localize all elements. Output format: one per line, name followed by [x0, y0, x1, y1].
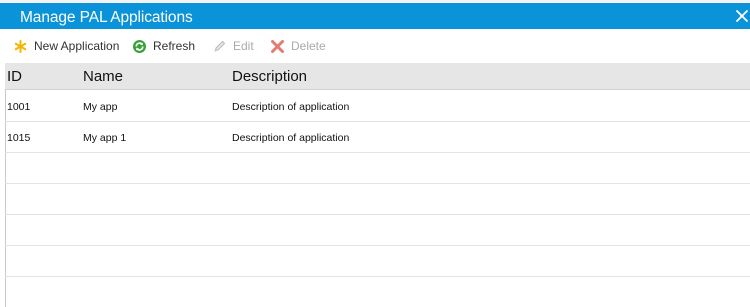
edit-button[interactable]: Edit: [212, 30, 254, 62]
toolbar: New Application Refresh Edit Delete: [0, 30, 750, 62]
new-application-label: New Application: [34, 39, 120, 53]
manage-pal-applications-dialog: Manage PAL Applications New Application: [0, 0, 750, 307]
cell-description: Description of application: [232, 132, 350, 144]
delete-button[interactable]: Delete: [270, 30, 326, 62]
cell-description: Description of application: [232, 101, 350, 113]
grid-header: ID Name Description: [5, 63, 750, 90]
dialog-title: Manage PAL Applications: [20, 9, 193, 26]
column-header-description[interactable]: Description: [232, 68, 307, 85]
cell-id: 1001: [7, 101, 31, 113]
empty-row: [5, 215, 750, 246]
new-application-button[interactable]: New Application: [13, 30, 119, 62]
titlebar-top-strip: [0, 0, 750, 3]
delete-x-icon: [270, 39, 285, 54]
cell-name: My app: [83, 101, 118, 113]
table-row[interactable]: 1015 My app 1 Description of application: [5, 122, 750, 153]
empty-row: [5, 184, 750, 215]
close-icon[interactable]: [734, 8, 750, 24]
edit-label: Edit: [233, 39, 254, 53]
table-row[interactable]: 1001 My app Description of application: [5, 91, 750, 122]
refresh-button[interactable]: Refresh: [132, 30, 195, 62]
empty-row: [5, 277, 750, 307]
cell-id: 1015: [7, 132, 31, 144]
column-header-id[interactable]: ID: [7, 68, 22, 85]
refresh-label: Refresh: [153, 39, 196, 53]
cell-name: My app 1: [83, 132, 127, 144]
delete-label: Delete: [291, 39, 326, 53]
dialog-titlebar: Manage PAL Applications: [0, 0, 750, 29]
applications-grid: ID Name Description 1001 My app Descript…: [5, 63, 750, 307]
column-header-name[interactable]: Name: [83, 68, 123, 85]
pencil-icon: [212, 39, 227, 54]
empty-row: [5, 246, 750, 277]
refresh-icon: [132, 39, 147, 54]
asterisk-icon: [13, 39, 28, 54]
empty-row: [5, 153, 750, 184]
